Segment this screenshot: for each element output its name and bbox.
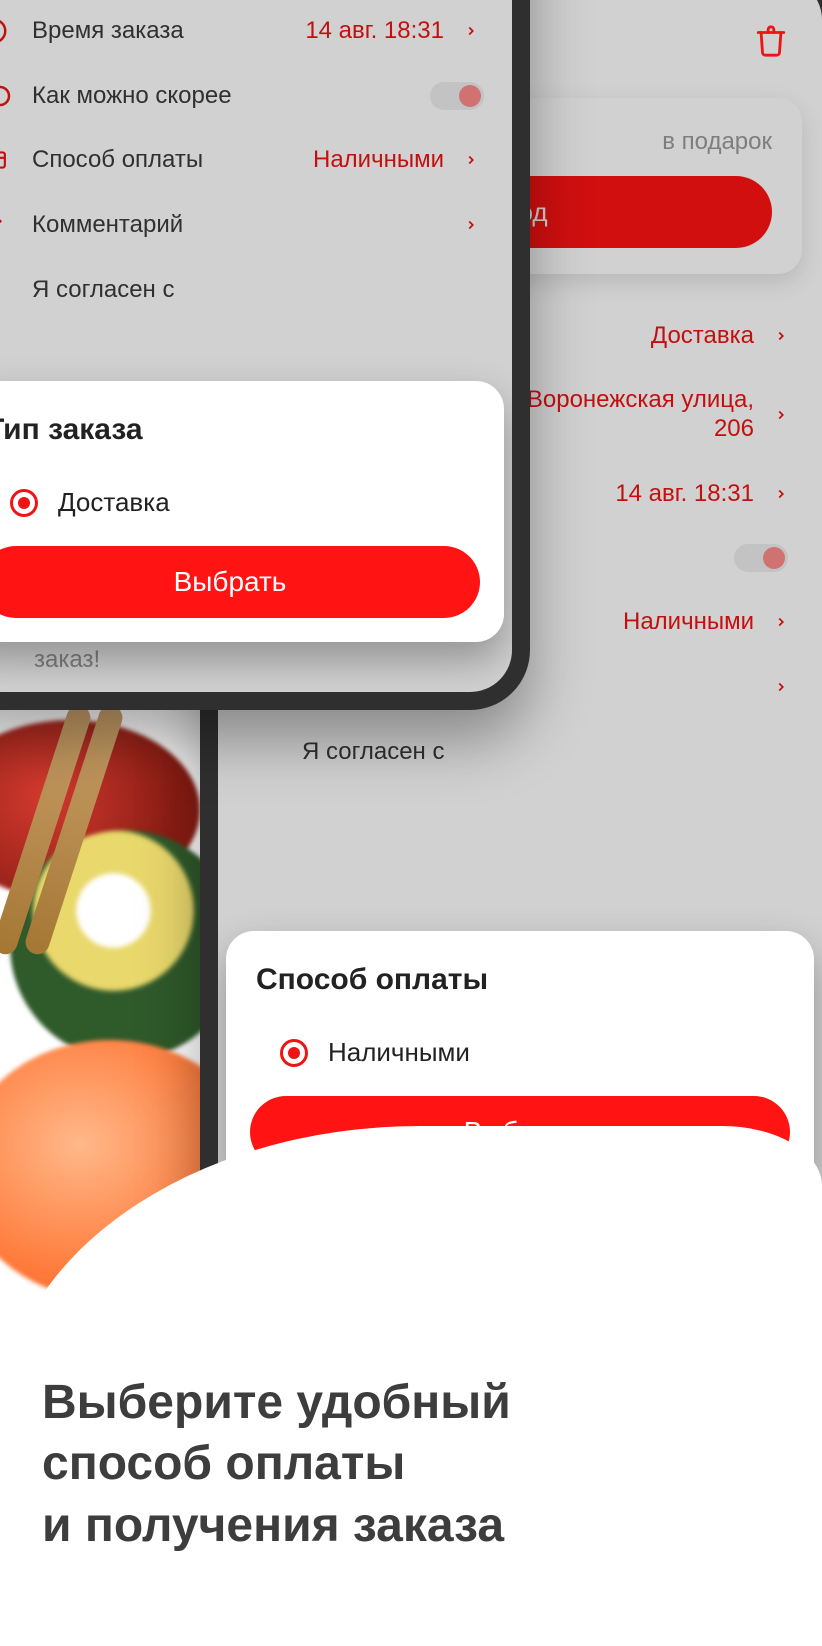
chevron-right-icon — [774, 483, 794, 505]
time-value: 14 авг. 18:31 — [305, 17, 444, 45]
asap-toggle[interactable] — [430, 82, 484, 110]
payment-option-cash[interactable]: Наличными — [250, 1025, 790, 1096]
marketing-caption: Выберите удобный способ оплаты и получен… — [42, 1372, 782, 1556]
sheet-title: Тип заказа — [0, 413, 480, 447]
chevron-right-icon — [464, 149, 484, 171]
clock-icon — [0, 16, 12, 46]
caption-line-3: и получения заказа — [42, 1495, 782, 1556]
edit-icon — [0, 210, 12, 240]
toggle-icon — [0, 84, 12, 108]
time-value: 14 авг. 18:31 — [615, 480, 754, 508]
row-asap[interactable]: Как можно скорее — [0, 64, 512, 128]
card-icon — [0, 147, 12, 173]
caption-line-1: Выберите удобный — [42, 1372, 782, 1433]
order-type-option-delivery[interactable]: Доставка — [0, 475, 480, 546]
select-button[interactable]: Выбрать — [0, 546, 480, 618]
payment-value: Наличными — [313, 146, 444, 174]
agree-label: Я согласен с — [32, 276, 484, 304]
select-button-label: Выбрать — [174, 566, 287, 598]
payment-label: Способ оплаты — [32, 146, 293, 174]
order-type-sheet: Тип заказа Доставка Выбрать — [0, 381, 504, 642]
chevron-right-icon — [774, 676, 794, 698]
row-payment[interactable]: Способ оплаты Наличными — [0, 128, 512, 192]
order-type-option-label: Доставка — [58, 487, 170, 518]
radio-selected-icon — [280, 1039, 308, 1067]
radio-selected-icon — [10, 489, 38, 517]
comment-label: Комментарий — [32, 211, 444, 239]
address-value: Воронежская улица, 206 — [494, 386, 754, 444]
trash-icon[interactable] — [754, 22, 788, 65]
payment-option-label: Наличными — [328, 1037, 470, 1068]
phone-mockup-front: Время заказа 14 авг. 18:31 Как можно ско… — [0, 0, 530, 710]
row-agree: Я согласен с — [0, 258, 512, 322]
payment-value: Наличными — [623, 608, 754, 636]
row-comment[interactable]: Комментарий — [0, 192, 512, 258]
row-time[interactable]: Время заказа 14 авг. 18:31 — [0, 0, 512, 64]
asap-label: Как можно скорее — [32, 82, 410, 110]
delivery-type-value: Доставка — [651, 322, 754, 350]
row-agree: Я согласен с — [218, 720, 822, 784]
asap-toggle[interactable] — [734, 544, 788, 572]
chevron-right-icon — [774, 404, 794, 426]
chevron-right-icon — [774, 611, 794, 633]
chevron-right-icon — [464, 20, 484, 42]
agree-label: Я согласен с — [302, 738, 794, 766]
chevron-right-icon — [464, 214, 484, 236]
time-label: Время заказа — [32, 17, 285, 45]
order-text-tail: заказ! — [34, 646, 100, 674]
caption-line-2: способ оплаты — [42, 1433, 782, 1494]
chevron-right-icon — [774, 325, 794, 347]
sheet-title: Способ оплаты — [250, 963, 790, 997]
